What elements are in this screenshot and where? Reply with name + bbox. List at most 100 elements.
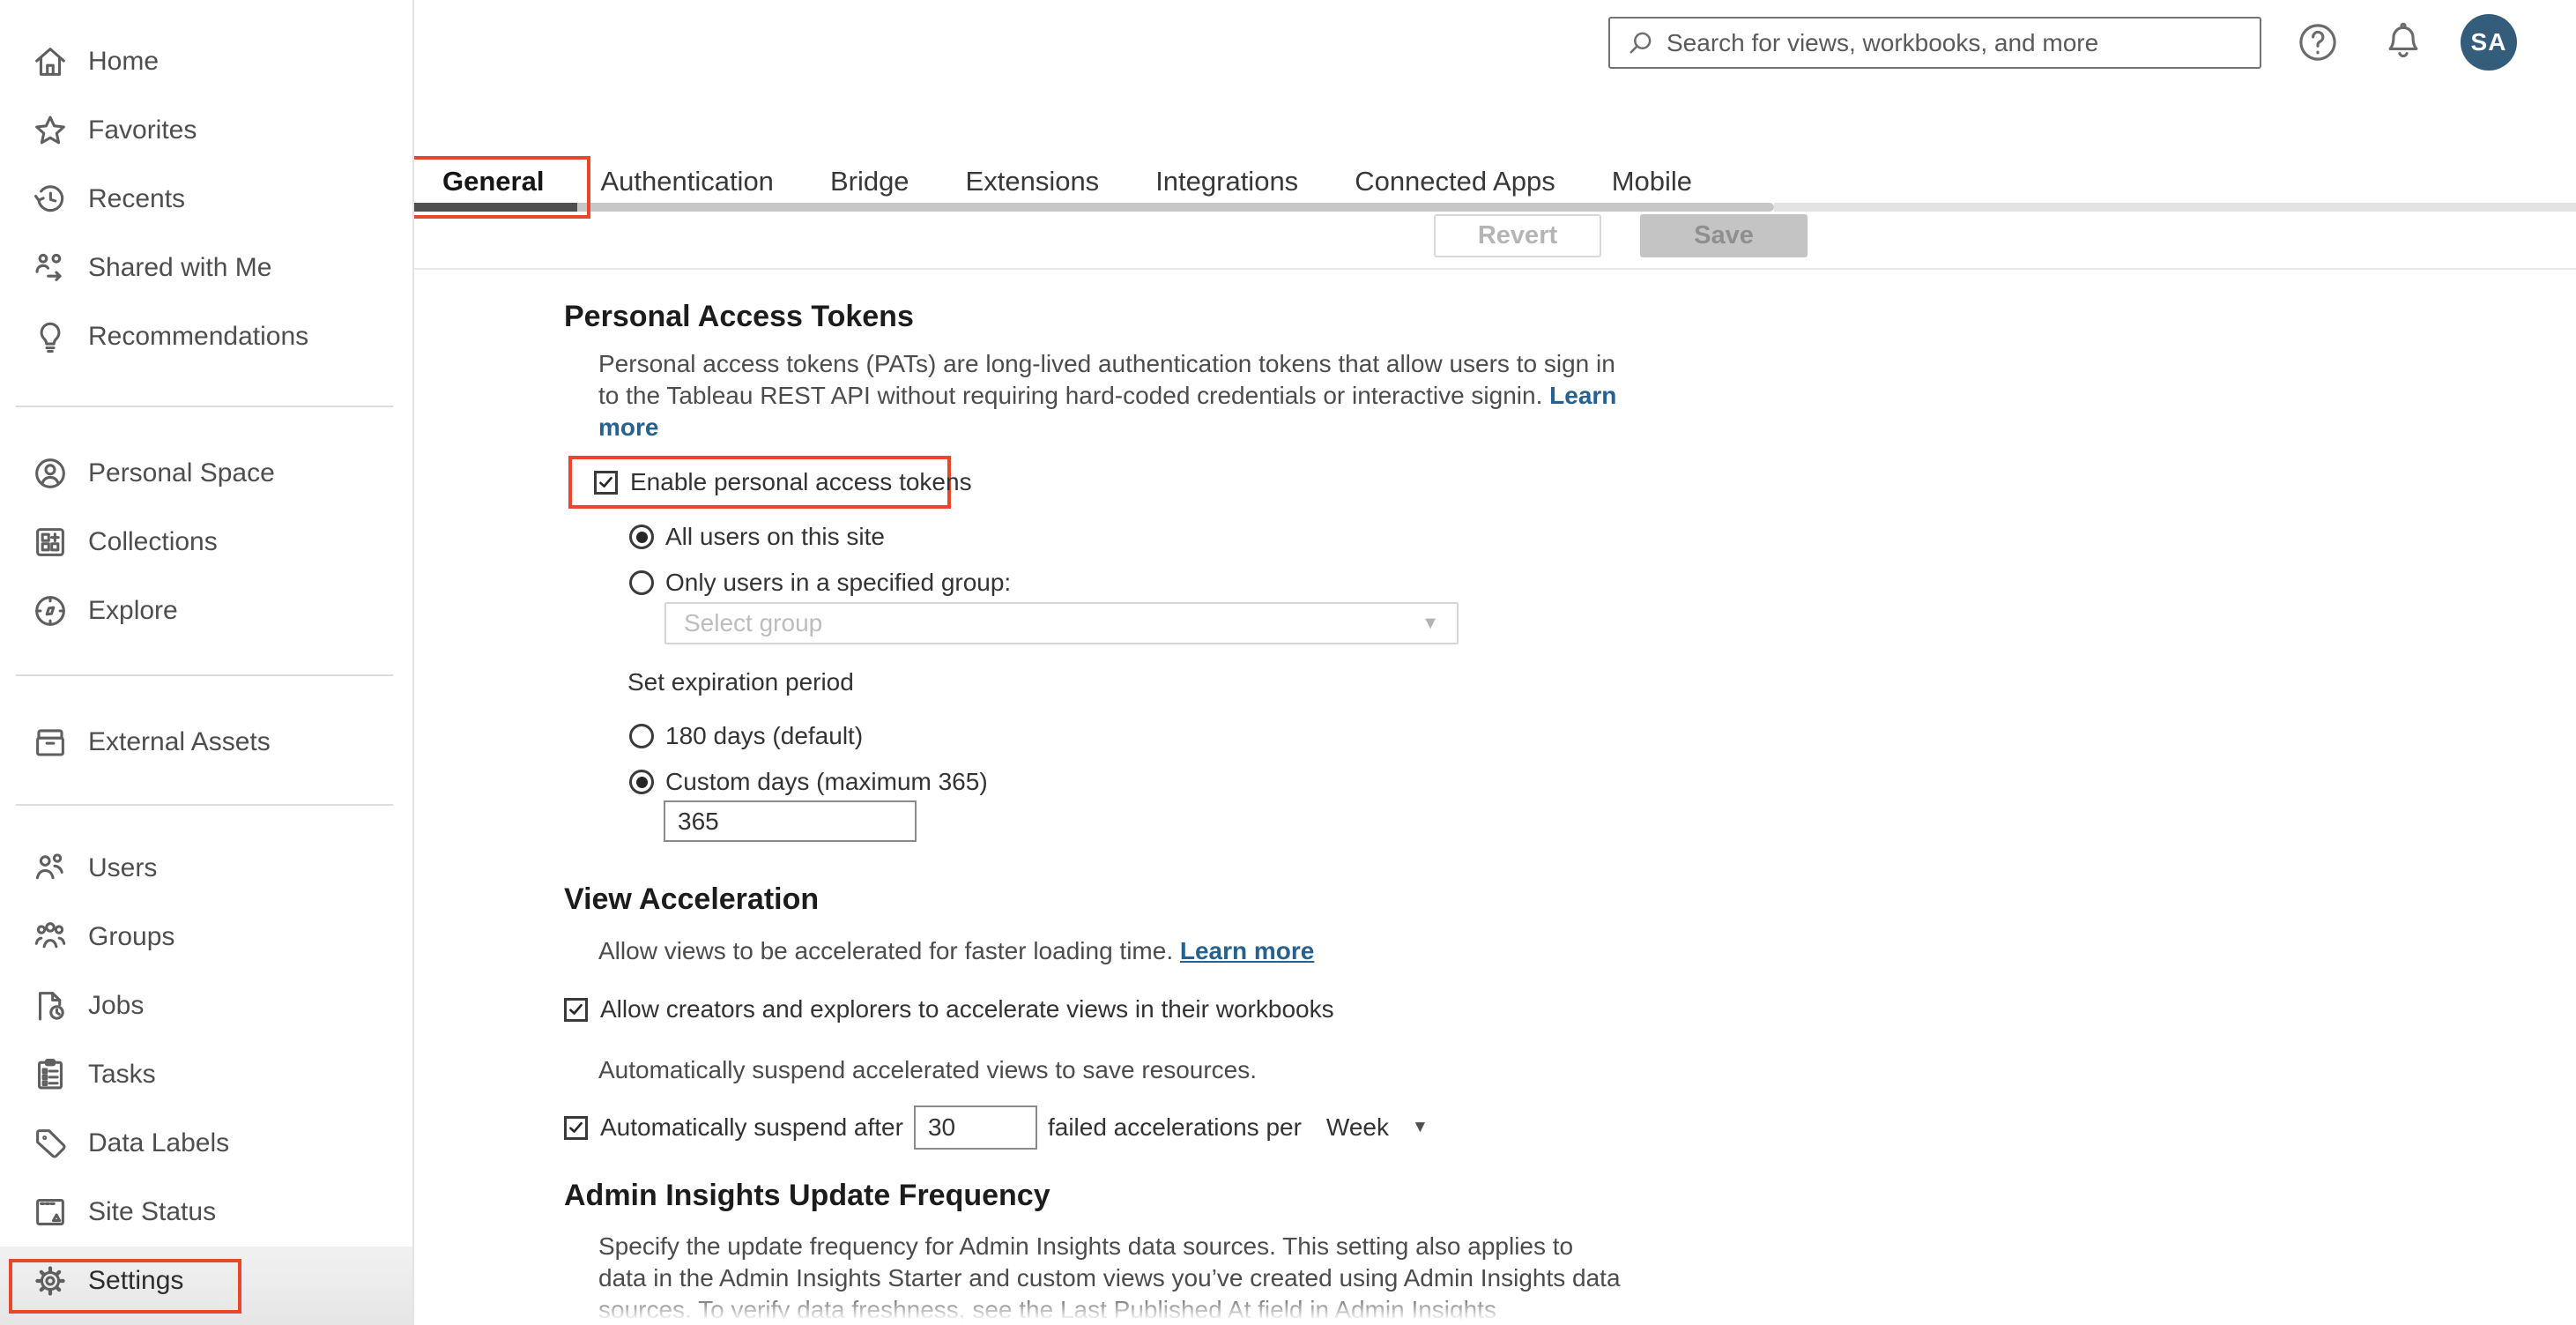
sidebar-item-label: Favorites bbox=[88, 115, 197, 145]
sidebar-item-home[interactable]: Home bbox=[0, 27, 412, 96]
sidebar-item-users[interactable]: Users bbox=[0, 834, 412, 903]
sidebar-item-jobs[interactable]: Jobs bbox=[0, 971, 412, 1040]
section-title-personal-access-tokens: Personal Access Tokens bbox=[564, 300, 914, 333]
sidebar-item-label: Personal Space bbox=[88, 458, 275, 488]
sidebar: Home Favorites Recents Shared with Me Re… bbox=[0, 0, 414, 1325]
sidebar-item-collections[interactable]: Collections bbox=[0, 508, 412, 577]
storage-box-icon bbox=[30, 722, 71, 763]
select-group-dropdown[interactable]: Select group ▼ bbox=[664, 602, 1459, 644]
enable-pat-checkbox[interactable] bbox=[594, 470, 618, 495]
sidebar-item-recommendations[interactable]: Recommendations bbox=[0, 302, 412, 371]
sidebar-item-label: Collections bbox=[88, 527, 218, 556]
search-input[interactable] bbox=[1667, 28, 2231, 57]
period-value: Week bbox=[1325, 1113, 1389, 1141]
tabs-scrollbar-thumb[interactable] bbox=[577, 203, 1774, 212]
tab-authentication[interactable]: Authentication bbox=[600, 166, 773, 197]
allow-acceleration-checkbox[interactable] bbox=[564, 997, 588, 1022]
notifications-button[interactable] bbox=[2379, 19, 2427, 66]
pat-description: Personal access tokens (PATs) are long-l… bbox=[598, 348, 1621, 443]
expiration-period-label: Set expiration period bbox=[627, 668, 854, 696]
tab-extensions[interactable]: Extensions bbox=[966, 166, 1100, 197]
checkmark-icon bbox=[567, 1000, 585, 1019]
sidebar-item-label: Site Status bbox=[88, 1197, 217, 1226]
expiration-180-label: 180 days (default) bbox=[665, 722, 864, 749]
settings-content: Personal Access Tokens Personal access t… bbox=[564, 270, 1798, 1325]
tabs-scrollbar-track bbox=[1774, 203, 2576, 212]
sidebar-item-site-status[interactable]: Site Status bbox=[0, 1178, 412, 1247]
help-question-icon bbox=[2294, 19, 2342, 66]
sidebar-item-label: Shared with Me bbox=[88, 253, 272, 282]
sidebar-item-data-labels[interactable]: Data Labels bbox=[0, 1109, 412, 1178]
sidebar-item-recents[interactable]: Recents bbox=[0, 165, 412, 234]
global-search bbox=[1608, 17, 2261, 69]
auto-suspend-before-label: Automatically suspend after bbox=[600, 1113, 903, 1141]
sidebar-item-personal-space[interactable]: Personal Space bbox=[0, 439, 412, 508]
expiration-custom-row: Custom days (maximum 365) bbox=[629, 766, 1798, 798]
annotation-box-enable-pat: Enable personal access tokens bbox=[568, 456, 972, 509]
shared-people-icon bbox=[30, 248, 71, 288]
sidebar-divider bbox=[16, 804, 393, 806]
period-select[interactable]: Week ▼ bbox=[1326, 1113, 1429, 1142]
sidebar-item-label: Settings bbox=[88, 1266, 184, 1295]
sidebar-divider bbox=[16, 674, 393, 676]
page: Home Favorites Recents Shared with Me Re… bbox=[0, 0, 2576, 1325]
sidebar-item-label: External Assets bbox=[88, 727, 271, 756]
home-icon bbox=[30, 41, 71, 82]
tab-bridge[interactable]: Bridge bbox=[830, 166, 909, 197]
tab-general[interactable]: General bbox=[442, 166, 544, 197]
search-icon bbox=[1624, 27, 1656, 59]
expiration-180-row: 180 days (default) bbox=[629, 720, 1798, 752]
pat-specified-group-row: Only users in a specified group: bbox=[629, 567, 1798, 599]
auto-suspend-checkbox[interactable] bbox=[564, 1115, 588, 1140]
sidebar-item-favorites[interactable]: Favorites bbox=[0, 96, 412, 165]
browser-window-icon bbox=[30, 1192, 71, 1232]
custom-days-input[interactable] bbox=[664, 800, 917, 842]
sidebar-item-label: Data Labels bbox=[88, 1128, 230, 1158]
active-tab-underline bbox=[414, 203, 577, 212]
star-icon bbox=[30, 110, 71, 151]
collections-grid-icon bbox=[30, 522, 71, 562]
tab-mobile[interactable]: Mobile bbox=[1612, 166, 1692, 197]
settings-tabs: General Authentication Bridge Extensions… bbox=[442, 166, 1692, 197]
view-acceleration-learn-more-link[interactable]: Learn more bbox=[1180, 937, 1315, 964]
sidebar-item-external-assets[interactable]: External Assets bbox=[0, 708, 412, 777]
expiration-custom-radio[interactable] bbox=[629, 770, 654, 794]
expiration-custom-label: Custom days (maximum 365) bbox=[665, 768, 988, 795]
all-users-radio[interactable] bbox=[629, 525, 654, 549]
view-acceleration-description: Allow views to be accelerated for faster… bbox=[598, 935, 1621, 967]
tab-connected-apps[interactable]: Connected Apps bbox=[1355, 166, 1555, 197]
suspend-intro-text: Automatically suspend accelerated views … bbox=[598, 1056, 1258, 1083]
document-clock-icon bbox=[30, 986, 71, 1026]
compass-icon bbox=[30, 591, 71, 631]
sidebar-item-label: Explore bbox=[88, 596, 178, 625]
save-button[interactable]: Save bbox=[1640, 214, 1808, 257]
failed-accelerations-input[interactable] bbox=[913, 1105, 1037, 1150]
allow-acceleration-label: Allow creators and explorers to accelera… bbox=[600, 995, 1334, 1023]
sidebar-item-settings[interactable]: Settings bbox=[0, 1247, 412, 1315]
specified-group-radio[interactable] bbox=[629, 570, 654, 595]
sidebar-divider bbox=[16, 406, 393, 407]
sidebar-item-label: Tasks bbox=[88, 1060, 156, 1089]
gear-icon bbox=[30, 1261, 71, 1301]
sidebar-item-label: Groups bbox=[88, 922, 175, 951]
sidebar-item-explore[interactable]: Explore bbox=[0, 577, 412, 645]
checkmark-icon bbox=[597, 473, 615, 492]
users-icon bbox=[30, 848, 71, 889]
view-acceleration-description-text: Allow views to be accelerated for faster… bbox=[598, 937, 1174, 964]
sidebar-item-groups[interactable]: Groups bbox=[0, 903, 412, 971]
section-title-admin-insights: Admin Insights Update Frequency bbox=[564, 1179, 1050, 1212]
specified-group-label: Only users in a specified group: bbox=[665, 569, 1012, 596]
sidebar-item-label: Recommendations bbox=[88, 322, 309, 351]
avatar[interactable]: SA bbox=[2461, 14, 2517, 71]
pat-all-users-row: All users on this site bbox=[629, 521, 1798, 553]
all-users-label: All users on this site bbox=[665, 523, 885, 550]
expiration-180-radio[interactable] bbox=[629, 724, 654, 748]
clipboard-list-icon bbox=[30, 1054, 71, 1095]
revert-button[interactable]: Revert bbox=[1434, 214, 1601, 257]
sidebar-item-shared-with-me[interactable]: Shared with Me bbox=[0, 234, 412, 302]
help-button[interactable] bbox=[2294, 19, 2342, 66]
tab-integrations[interactable]: Integrations bbox=[1155, 166, 1298, 197]
pat-description-text: Personal access tokens (PATs) are long-l… bbox=[598, 350, 1615, 409]
sidebar-item-tasks[interactable]: Tasks bbox=[0, 1040, 412, 1109]
select-group-placeholder: Select group bbox=[684, 609, 823, 636]
